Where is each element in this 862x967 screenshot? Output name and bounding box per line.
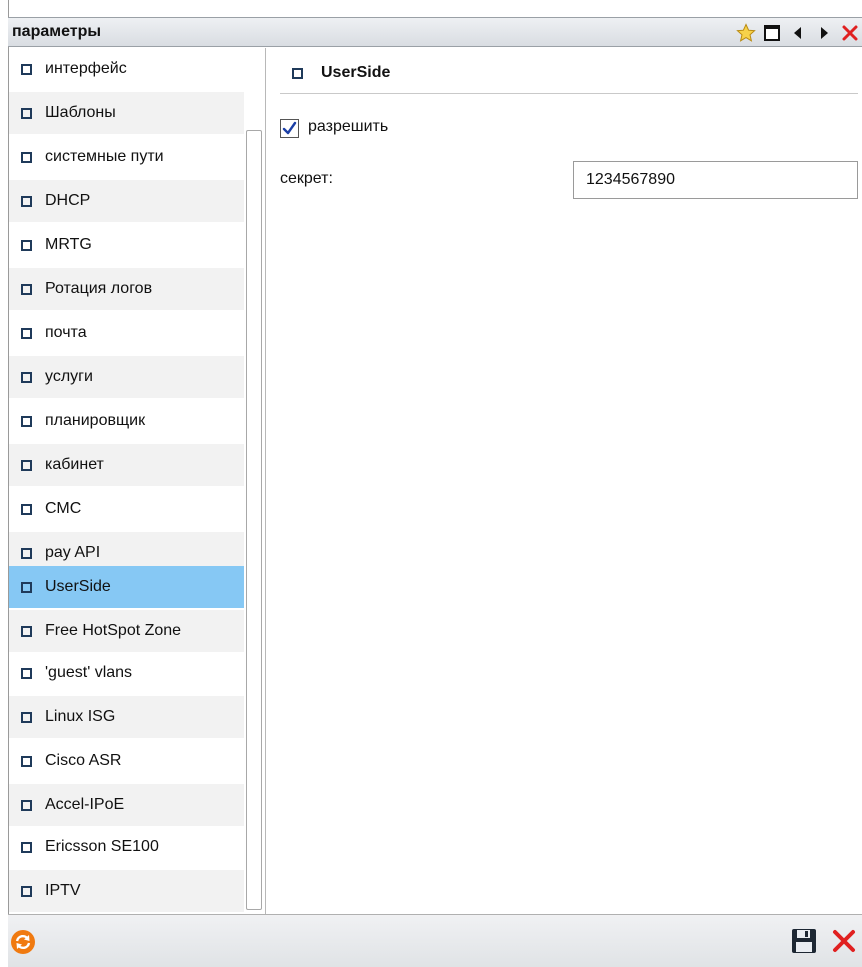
window-title: параметры bbox=[12, 23, 102, 40]
sidebar-item-accel-ipoe[interactable]: Accel-IPoE bbox=[9, 784, 244, 826]
sidebar-item-label: СМС bbox=[45, 500, 82, 517]
footer-toolbar bbox=[8, 914, 862, 967]
checkmark-icon bbox=[282, 121, 297, 135]
sidebar-item-label: 'guest' vlans bbox=[45, 664, 133, 681]
sidebar-item-label: IPTV bbox=[45, 882, 81, 899]
enable-label: разрешить bbox=[308, 118, 389, 135]
bullet-icon bbox=[21, 283, 32, 295]
bullet-icon bbox=[21, 327, 32, 339]
sidebar-item-label: интерфейс bbox=[45, 60, 127, 77]
sidebar-item-label: Шаблоны bbox=[45, 104, 116, 121]
sidebar-item-ericsson-se100[interactable]: Ericsson SE100 bbox=[9, 826, 244, 868]
star-icon[interactable] bbox=[734, 21, 758, 45]
sidebar-item-label: Accel-IPoE bbox=[45, 796, 125, 813]
sidebar-item-mail[interactable]: почта bbox=[9, 312, 244, 354]
settings-sidebar: интерфейс Шаблоны системные пути DHCP MR… bbox=[9, 48, 266, 914]
bullet-icon bbox=[292, 67, 303, 79]
arrow-right-icon[interactable] bbox=[812, 21, 836, 45]
title-bar-controls bbox=[732, 21, 862, 45]
close-icon[interactable] bbox=[838, 21, 862, 45]
sidebar-item-label: MRTG bbox=[45, 236, 92, 253]
window-title-bar: параметры bbox=[8, 17, 862, 47]
sidebar-item-label: системные пути bbox=[45, 148, 164, 165]
bullet-icon bbox=[21, 547, 32, 559]
sidebar-item-label: pay API bbox=[45, 544, 101, 561]
bullet-icon bbox=[21, 799, 32, 811]
secret-input[interactable] bbox=[573, 161, 858, 199]
cancel-icon[interactable] bbox=[830, 927, 858, 955]
sidebar-item-label: Ericsson SE100 bbox=[45, 838, 159, 855]
save-icon[interactable] bbox=[790, 927, 818, 955]
enable-checkbox[interactable] bbox=[280, 119, 299, 138]
sidebar-item-cisco-asr[interactable]: Cisco ASR bbox=[9, 740, 244, 782]
section-header: UserSide bbox=[280, 64, 390, 82]
sidebar-item-interface[interactable]: интерфейс bbox=[9, 48, 244, 90]
bullet-icon bbox=[21, 755, 32, 767]
sidebar-scrollbar-thumb[interactable] bbox=[246, 130, 262, 910]
bullet-icon bbox=[21, 667, 32, 679]
sidebar-item-label: Linux ISG bbox=[45, 708, 116, 725]
bullet-icon bbox=[21, 581, 32, 593]
sidebar-item-label: DHCP bbox=[45, 192, 91, 209]
sidebar-item-guest-vlans[interactable]: 'guest' vlans bbox=[9, 652, 244, 694]
sidebar-item-templates[interactable]: Шаблоны bbox=[9, 92, 244, 134]
arrow-left-icon[interactable] bbox=[786, 21, 810, 45]
sidebar-item-mrtg[interactable]: MRTG bbox=[9, 224, 244, 266]
bullet-icon bbox=[21, 107, 32, 119]
sidebar-item-dhcp[interactable]: DHCP bbox=[9, 180, 244, 222]
sidebar-item-iptv[interactable]: IPTV bbox=[9, 870, 244, 912]
sidebar-item-label: Free HotSpot Zone bbox=[45, 622, 182, 639]
refresh-icon[interactable] bbox=[10, 929, 36, 955]
secret-label: секрет: bbox=[280, 170, 333, 187]
sidebar-item-sms[interactable]: СМС bbox=[9, 488, 244, 530]
section-title: UserSide bbox=[321, 64, 391, 81]
sidebar-item-log-rotation[interactable]: Ротация логов bbox=[9, 268, 244, 310]
sidebar-item-system-paths[interactable]: системные пути bbox=[9, 136, 244, 178]
sidebar-item-scheduler[interactable]: планировщик bbox=[9, 400, 244, 442]
sidebar-item-label: кабинет bbox=[45, 456, 104, 473]
sidebar-item-label: почта bbox=[45, 324, 87, 341]
bullet-icon bbox=[21, 151, 32, 163]
bullet-icon bbox=[21, 841, 32, 853]
bullet-icon bbox=[21, 239, 32, 251]
bullet-icon bbox=[21, 503, 32, 515]
maximize-icon[interactable] bbox=[760, 21, 784, 45]
bullet-icon bbox=[21, 63, 32, 75]
sidebar-item-linux-isg[interactable]: Linux ISG bbox=[9, 696, 244, 738]
section-divider bbox=[280, 93, 858, 94]
sidebar-item-cabinet[interactable]: кабинет bbox=[9, 444, 244, 486]
bullet-icon bbox=[21, 371, 32, 383]
sidebar-item-label: планировщик bbox=[45, 412, 146, 429]
sidebar-item-userside[interactable]: UserSide bbox=[9, 566, 244, 608]
bullet-icon bbox=[21, 415, 32, 427]
bullet-icon bbox=[21, 195, 32, 207]
bullet-icon bbox=[21, 885, 32, 897]
settings-panel: UserSide разрешить секрет: bbox=[268, 48, 862, 914]
sidebar-item-label: UserSide bbox=[45, 578, 111, 595]
sidebar-item-label: Ротация логов bbox=[45, 280, 153, 297]
sidebar-item-free-hotspot-zone[interactable]: Free HotSpot Zone bbox=[9, 610, 244, 652]
sidebar-item-label: услуги bbox=[45, 368, 93, 385]
sidebar-item-services[interactable]: услуги bbox=[9, 356, 244, 398]
bullet-icon bbox=[21, 625, 32, 637]
bullet-icon bbox=[21, 711, 32, 723]
bullet-icon bbox=[21, 459, 32, 471]
sidebar-item-label: Cisco ASR bbox=[45, 752, 122, 769]
window-left-edge bbox=[0, 0, 9, 967]
